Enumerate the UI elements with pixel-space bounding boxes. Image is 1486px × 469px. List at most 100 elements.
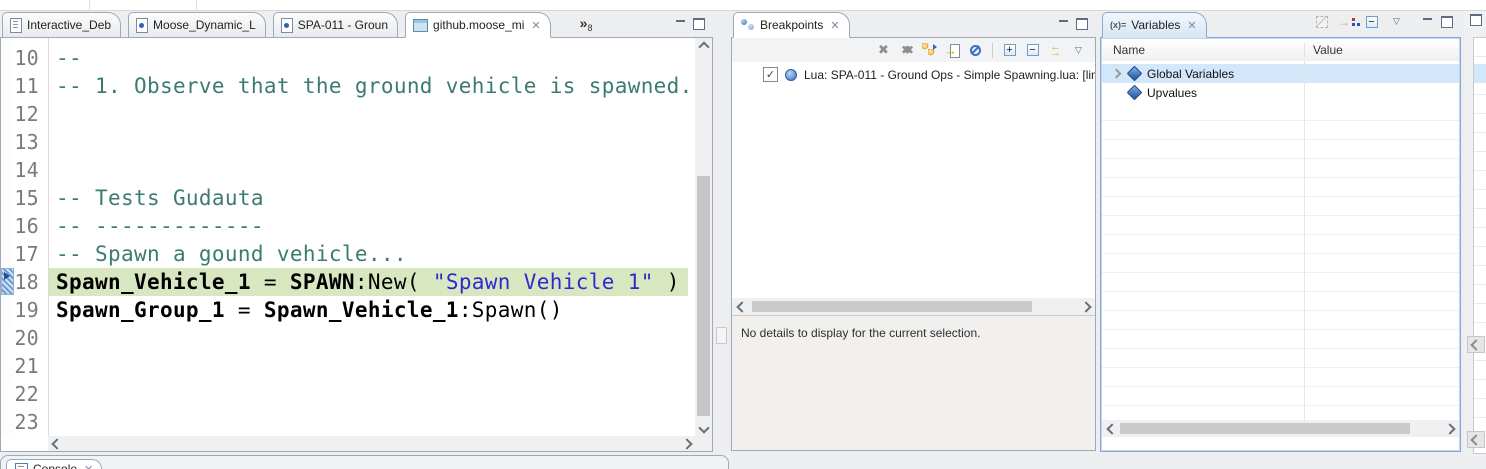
scroll-right-icon[interactable] (681, 439, 692, 448)
line-number[interactable]: 14 (14, 156, 48, 184)
editor-horizontal-scrollbar[interactable] (48, 436, 695, 451)
editor-annotation-ruler[interactable] (1, 38, 14, 436)
column-header-name[interactable]: Name (1102, 43, 1304, 57)
breakpoints-list[interactable]: ✓Lua: SPA-011 - Ground Ops - Simple Spaw… (732, 62, 1095, 298)
maximize-icon[interactable] (1470, 14, 1482, 26)
show-type-names-icon[interactable] (1313, 13, 1330, 30)
tab-label: Interactive_Deb (27, 18, 111, 32)
code-line-17[interactable]: -- Spawn a gound vehicle... (56, 240, 703, 268)
scroll-up-icon[interactable] (698, 41, 709, 52)
editor-tab-SPA-011 - Groun[interactable]: SPA-011 - Groun (273, 12, 398, 38)
tab-variables[interactable]: (x)= Variables ✕ (1102, 12, 1207, 38)
line-number[interactable]: 16 (14, 212, 48, 240)
scroll-left-icon[interactable] (51, 439, 62, 448)
view-menu-icon[interactable] (1388, 13, 1405, 30)
toolbar-separator (89, 0, 90, 10)
collapse-all-icon[interactable] (1024, 42, 1041, 59)
breakpoint-checkbox[interactable]: ✓ (763, 67, 778, 82)
text-file-icon (10, 18, 22, 33)
maximize-icon[interactable] (693, 18, 705, 30)
code-line-14[interactable] (56, 156, 703, 184)
tab-console[interactable]: Console ✕ (6, 459, 102, 469)
line-number[interactable]: 13 (14, 128, 48, 156)
minimize-icon[interactable] (676, 20, 686, 28)
breakpoints-hscroll-thumb[interactable] (752, 301, 1032, 312)
expand-all-icon[interactable] (1001, 42, 1018, 59)
line-number[interactable]: 23 (14, 408, 48, 436)
variables-toolbar (1313, 13, 1461, 30)
close-icon[interactable]: ✕ (1187, 19, 1196, 32)
variable-row-upvalues[interactable]: Upvalues (1102, 83, 1459, 102)
editor-vscroll-thumb[interactable] (697, 176, 710, 416)
go-to-file-for-breakpoint-icon[interactable] (944, 42, 961, 59)
link-with-debug-view-icon[interactable] (1047, 42, 1064, 59)
variables-column-headers[interactable]: Name Value (1102, 39, 1459, 62)
scroll-left-icon[interactable] (736, 302, 747, 311)
editor-vertical-scrollbar[interactable] (695, 38, 712, 436)
code-line-10[interactable]: -- (56, 44, 703, 72)
remove-all-breakpoints-icon[interactable] (898, 42, 915, 59)
minimize-icon[interactable] (1423, 18, 1433, 26)
code-line-11[interactable]: -- 1. Observe that the ground vehicle is… (56, 72, 703, 100)
column-header-value[interactable]: Value (1304, 43, 1343, 57)
editor-content[interactable]: 1011121314151617181920212223 ---- 1. Obs… (0, 37, 713, 452)
breakpoint-entry[interactable]: ✓Lua: SPA-011 - Ground Ops - Simple Spaw… (732, 65, 1095, 84)
expand-chevron-icon[interactable] (1109, 70, 1123, 77)
close-icon[interactable]: ✕ (84, 463, 93, 469)
tab-breakpoints[interactable]: Breakpoints ✕ (733, 12, 850, 38)
breakpoints-content: ✓Lua: SPA-011 - Ground Ops - Simple Spaw… (731, 37, 1096, 451)
code-line-21[interactable] (56, 352, 703, 380)
variables-hscroll-thumb[interactable] (1120, 423, 1410, 434)
scroll-right-icon[interactable] (1080, 302, 1091, 311)
minimize-icon[interactable] (1059, 20, 1069, 28)
line-number[interactable]: 17 (14, 240, 48, 268)
code-line-18[interactable]: Spawn_Vehicle_1 = SPAWN:New( "Spawn Vehi… (56, 268, 703, 296)
view-menu-icon[interactable] (1070, 42, 1087, 59)
close-icon[interactable]: ✕ (830, 19, 839, 32)
show-supported-breakpoints-icon[interactable] (921, 42, 938, 59)
code-line-19[interactable]: Spawn_Group_1 = Spawn_Vehicle_1:Spawn() (56, 296, 703, 324)
scroll-down-icon[interactable] (698, 422, 709, 433)
line-number[interactable]: 19 (14, 296, 48, 324)
show-logical-structure-icon[interactable] (1338, 13, 1355, 30)
variables-footer-strip (1102, 437, 1459, 448)
code-line-23[interactable] (56, 408, 703, 436)
code-area[interactable]: ---- 1. Observe that the ground vehicle … (48, 38, 703, 436)
line-number[interactable]: 12 (14, 100, 48, 128)
close-icon[interactable]: ✕ (531, 19, 540, 32)
code-line-15[interactable]: -- Tests Gudauta (56, 184, 703, 212)
variables-horizontal-scrollbar[interactable] (1102, 420, 1459, 437)
code-line-16[interactable]: -- ------------- (56, 212, 703, 240)
maximize-icon[interactable] (1076, 18, 1088, 30)
variable-row-global-variables[interactable]: Global Variables (1102, 64, 1459, 83)
skip-all-breakpoints-icon[interactable] (967, 42, 984, 59)
line-number[interactable]: 10 (14, 44, 48, 72)
editor-tab-Moose_Dynamic_L[interactable]: Moose_Dynamic_L (128, 12, 266, 38)
code-line-13[interactable] (56, 128, 703, 156)
line-number[interactable]: 11 (14, 72, 48, 100)
line-number[interactable]: 18 (14, 268, 48, 296)
instruction-pointer-marker (1, 268, 14, 295)
sash-restore-button[interactable] (716, 327, 727, 344)
line-number[interactable]: 21 (14, 352, 48, 380)
tab-overflow-chevron[interactable]: »8 (580, 17, 593, 33)
line-number[interactable]: 22 (14, 380, 48, 408)
scroll-right-icon[interactable] (1444, 424, 1455, 433)
code-line-12[interactable] (56, 100, 703, 128)
editor-tab-github.moose_mi[interactable]: github.moose_mi ✕ (405, 12, 551, 38)
breakpoints-horizontal-scrollbar[interactable] (732, 298, 1095, 315)
line-number-gutter[interactable]: 1011121314151617181920212223 (14, 38, 48, 436)
scroll-left-icon[interactable] (1106, 424, 1117, 433)
remove-breakpoint-icon[interactable] (875, 42, 892, 59)
scroll-left-icon[interactable] (1467, 336, 1485, 353)
line-number[interactable]: 15 (14, 184, 48, 212)
code-line-22[interactable] (56, 380, 703, 408)
tab-label: github.moose_mi (433, 18, 524, 32)
line-number[interactable]: 20 (14, 324, 48, 352)
collapse-all-icon[interactable] (1363, 13, 1380, 30)
scroll-left-icon[interactable] (1467, 431, 1485, 448)
code-line-20[interactable] (56, 324, 703, 352)
editor-tab-Interactive_Deb[interactable]: Interactive_Deb (2, 12, 121, 38)
variables-tree[interactable]: Global VariablesUpvalues (1102, 61, 1459, 420)
maximize-icon[interactable] (1441, 16, 1453, 28)
